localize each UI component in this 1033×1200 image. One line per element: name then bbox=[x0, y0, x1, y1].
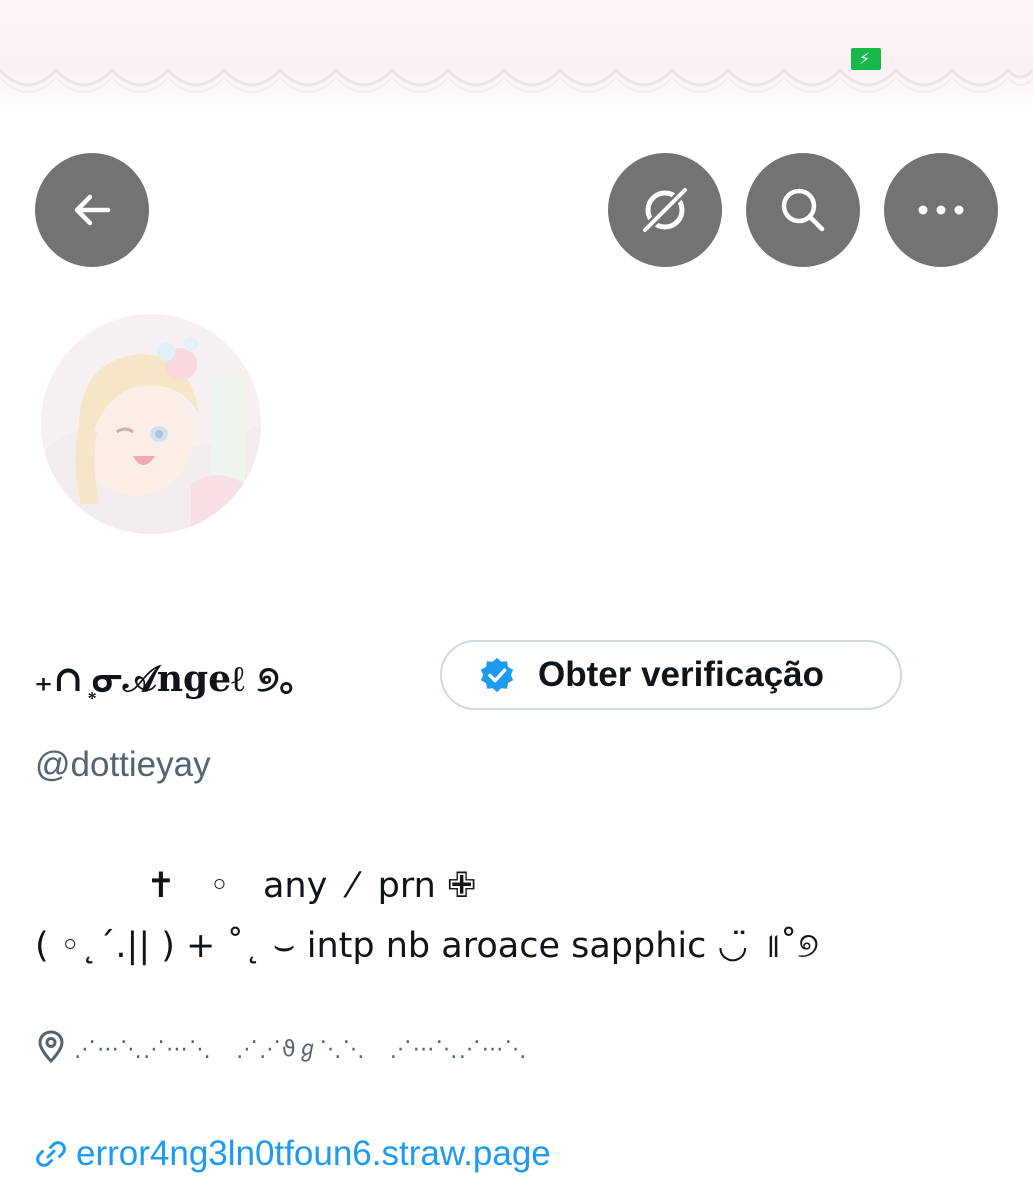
profile-website-text[interactable]: error4ng3ln0tfoun6.straw.page bbox=[76, 1134, 551, 1174]
avatar-image bbox=[41, 314, 261, 534]
more-options-button[interactable] bbox=[884, 153, 998, 267]
back-button[interactable] bbox=[35, 153, 149, 267]
link-icon bbox=[36, 1141, 66, 1167]
search-button[interactable] bbox=[746, 153, 860, 267]
profile-handle: @dottieyay bbox=[35, 745, 211, 784]
search-icon bbox=[781, 188, 825, 232]
profile-website-link[interactable]: error4ng3ln0tfoun6.straw.page bbox=[34, 1134, 551, 1174]
grok-icon bbox=[639, 184, 691, 236]
location-text: ⋰⋯⋱⋰⋯⋱ ⋰⋰ϑℊ⋱⋱ ⋰⋯⋱⋰⋯⋱ bbox=[74, 1037, 528, 1062]
grok-button[interactable] bbox=[608, 153, 722, 267]
get-verified-button[interactable]: Obter verificação bbox=[440, 640, 902, 710]
location-pin-icon bbox=[38, 1030, 64, 1064]
battery-charging-icon: ⚡ bbox=[851, 48, 881, 70]
location-row: ⋰⋯⋱⋰⋯⋱ ⋰⋰ϑℊ⋱⋱ ⋰⋯⋱⋰⋯⋱ bbox=[36, 1030, 528, 1064]
bio-line-2: ( ◦˛ˊ.|| ) + ˚˛ ⌣ intp nb aroace sapphic… bbox=[35, 926, 819, 966]
verified-badge-icon bbox=[480, 657, 514, 693]
header-banner: ⚡ bbox=[0, 0, 1033, 115]
display-name: ₊∩ ͙ᓂ𝒜ngeℓ ୭。 bbox=[34, 658, 316, 700]
more-horizontal-icon bbox=[918, 205, 964, 215]
bio-line-1: ✝ ◦ any ⁄ prn ✙ bbox=[35, 866, 477, 906]
get-verified-label: Obter verificação bbox=[538, 655, 824, 694]
avatar[interactable] bbox=[37, 310, 265, 538]
arrow-left-icon bbox=[74, 194, 111, 226]
name-row: ₊∩ ͙ᓂ𝒜ngeℓ ୭。 bbox=[34, 640, 315, 712]
